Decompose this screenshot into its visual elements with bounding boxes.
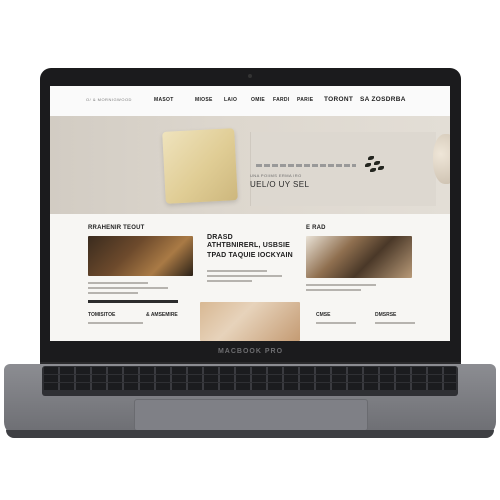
text-line — [207, 270, 267, 272]
text-line — [88, 287, 168, 289]
keyboard-row — [44, 367, 456, 374]
middle-heading-1: DRASD — [207, 234, 233, 241]
nav-item-strong-1[interactable]: TORONT — [324, 96, 353, 103]
hero-subtext-line — [256, 164, 356, 167]
text-line — [306, 284, 376, 286]
middle-heading-3: TPAD TAQUIE IOCKYAIN — [207, 252, 293, 259]
right-column-title: E RAD — [306, 225, 326, 231]
laptop-model-label: MACBOOK PRO — [217, 348, 284, 355]
text-line — [88, 322, 143, 324]
keyboard[interactable] — [42, 366, 458, 396]
linen-photo[interactable] — [200, 302, 300, 341]
keyboard-row — [44, 383, 456, 390]
read-more-bar[interactable] — [88, 300, 178, 303]
text-line — [306, 289, 361, 291]
text-line — [375, 322, 415, 324]
nav-item-3[interactable]: LAIO — [224, 97, 237, 103]
webcam-icon — [248, 74, 252, 78]
nav-item-5[interactable]: FARDI — [273, 97, 290, 103]
bottom-left-heading: TOMISITOE — [88, 312, 116, 318]
trackpad[interactable] — [134, 399, 368, 431]
hero-subtitle: UNA POIIMS ERMA IRO — [250, 173, 302, 178]
nav-item-1[interactable]: MASOT — [154, 97, 174, 103]
workshop-photo[interactable] — [306, 236, 412, 278]
hero-title: UEL/O UY SEL — [250, 180, 310, 189]
hero-linen-image — [162, 128, 238, 204]
nav-item-6[interactable]: PARIE — [297, 97, 313, 103]
text-line — [88, 292, 138, 294]
content-area: RRAHENIR TEOUT TOMISITOE DRASD ATHTBNIRE… — [50, 214, 450, 341]
bottom-right-heading-2: DMSRSE — [375, 312, 397, 318]
site-logo[interactable]: O/ & MORNIGWOOD — [86, 97, 132, 102]
middle-heading-2: ATHTBNIRERL, USBSIE — [207, 242, 291, 249]
left-column-title: RRAHENIR TEOUT — [88, 225, 145, 231]
hero-banner: UNA POIIMS ERMA IRO UEL/O UY SEL — [50, 116, 450, 214]
nav-item-4[interactable]: OMIE — [251, 97, 265, 103]
nav-item-strong-2[interactable]: SA ZOSDRBA — [360, 96, 406, 103]
text-line — [88, 282, 148, 284]
keyboard-row — [44, 375, 456, 382]
site-navbar: O/ & MORNIGWOOD MASOT MIOSE LAIO OMIE FA… — [50, 86, 450, 117]
text-line — [207, 275, 282, 277]
laptop-screen: O/ & MORNIGWOOD MASOT MIOSE LAIO OMIE FA… — [50, 86, 450, 341]
text-line — [207, 280, 252, 282]
laptop-base — [4, 364, 496, 436]
laptop-lid: O/ & MORNIGWOOD MASOT MIOSE LAIO OMIE FA… — [40, 68, 461, 364]
nav-item-2[interactable]: MIOSE — [195, 97, 213, 103]
hero-frame — [250, 132, 436, 206]
bottom-mid-heading: & AMSEMIRE — [146, 312, 178, 318]
laptop-base-edge — [6, 430, 494, 438]
text-line — [316, 322, 356, 324]
laptop-chin: MACBOOK PRO — [40, 342, 461, 364]
bottom-right-heading-1: CMSE — [316, 312, 331, 318]
hero-pot-image — [433, 134, 450, 184]
kitchen-photo[interactable] — [88, 236, 193, 276]
